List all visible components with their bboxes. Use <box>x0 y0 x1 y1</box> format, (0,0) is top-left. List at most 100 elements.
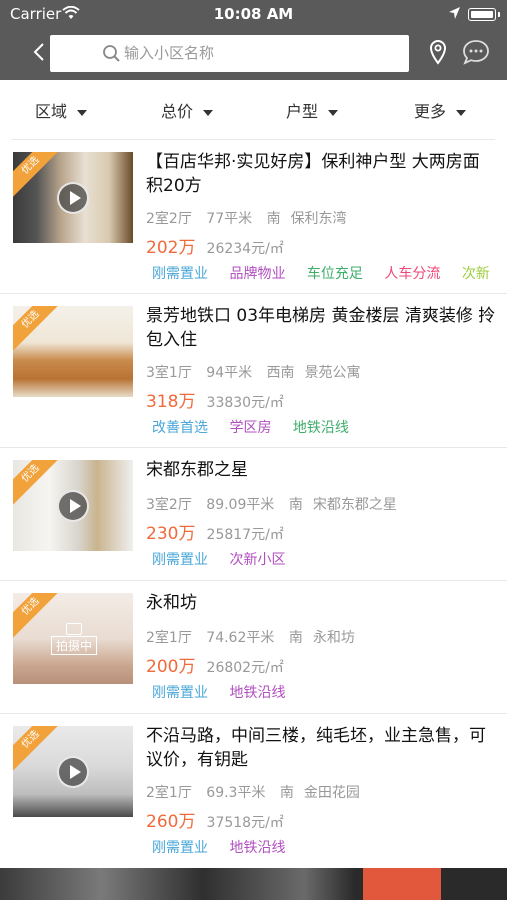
tag: 车位充足 <box>306 266 363 282</box>
unit-price: 25817元/㎡ <box>206 527 284 543</box>
next-listing-preview[interactable] <box>0 868 507 900</box>
listing-thumbnail[interactable]: 优选 <box>13 460 133 551</box>
listing-community: 保利东湾 <box>290 211 347 227</box>
tag: 地铁沿线 <box>292 420 349 436</box>
listing-price: 318万 33830元/㎡ <box>146 387 284 412</box>
filter-bar: 区域 总价 户型 更多 <box>0 80 507 138</box>
listing-direction: 南 <box>288 497 303 513</box>
listing-thumbnail[interactable]: 优选 <box>13 152 133 243</box>
shooting-label: 拍摄中 <box>50 636 97 655</box>
tag: 次新小区 <box>229 552 286 568</box>
filter-label: 更多 <box>414 102 447 121</box>
total-price: 200万 <box>146 657 196 677</box>
listing-direction: 西南 <box>266 365 295 381</box>
listing-price: 230万 25817元/㎡ <box>146 519 284 544</box>
caret-down-icon <box>328 109 339 116</box>
listing-item[interactable]: 优选 不沿马路，中间三楼，纯毛坯，业主急售，可议价，有钥匙 2室1厅 69.3平… <box>0 714 507 868</box>
total-price: 230万 <box>146 524 196 544</box>
listing-thumbnail[interactable]: 优选 <box>13 306 133 397</box>
listing-price: 260万 37518元/㎡ <box>146 807 284 832</box>
listing-meta: 2室1厅 69.3平米 南金田花园 <box>146 782 370 802</box>
listing-meta: 2室1厅 74.62平米 南永和坊 <box>146 627 365 647</box>
listing-item[interactable]: 优选 【百店华邦·实见好房】保利神户型 大两房面积20方 2室2厅 77平米 南… <box>0 140 507 294</box>
status-bar: Carrier 10:08 AM <box>0 0 507 28</box>
listing-tags: 刚需置业 次新小区 <box>152 549 507 569</box>
listing-tags: 刚需置业 地铁沿线 <box>152 837 507 857</box>
listing-layout: 3室1厅 <box>146 365 192 381</box>
listing-community: 金田花园 <box>303 785 360 801</box>
message-icon[interactable] <box>461 38 491 66</box>
filter-more[interactable]: 更多 <box>414 98 467 122</box>
tag: 改善首选 <box>152 420 208 436</box>
listing-price: 202万 26234元/㎡ <box>146 233 284 258</box>
tag: 刚需置业 <box>152 266 208 282</box>
listing-area: 69.3平米 <box>206 785 266 801</box>
listing-tags: 刚需置业 品牌物业 车位充足 人车分流 次新 <box>152 263 507 283</box>
caret-down-icon <box>77 109 88 116</box>
clock: 10:08 AM <box>213 5 294 23</box>
listing-title: 景芳地铁口 03年电梯房 黄金楼层 清爽装修 拎包入住 <box>146 306 496 350</box>
listing-thumbnail[interactable]: 优选 拍摄中 <box>13 593 133 684</box>
top-bar: Carrier 10:08 AM <box>0 0 507 80</box>
battery-icon <box>468 8 500 21</box>
unit-price: 26234元/㎡ <box>206 241 284 257</box>
tag: 刚需置业 <box>152 685 208 701</box>
tag: 学区房 <box>229 420 272 436</box>
filter-total-price[interactable]: 总价 <box>161 98 214 122</box>
listing-tags: 刚需置业 地铁沿线 <box>152 682 507 702</box>
play-video-icon[interactable] <box>57 182 89 214</box>
caret-down-icon <box>203 109 214 116</box>
listing-community: 景苑公寓 <box>304 365 361 381</box>
tag: 人车分流 <box>384 266 441 282</box>
filter-label: 户型 <box>286 102 319 121</box>
listing-title: 宋都东郡之星 <box>146 460 248 480</box>
listing-title: 不沿马路，中间三楼，纯毛坯，业主急售，可议价，有钥匙 <box>146 726 486 770</box>
listing-item[interactable]: 优选 宋都东郡之星 3室2厅 89.09平米 南宋都东郡之星 230万 2581… <box>0 448 507 580</box>
filter-label: 总价 <box>161 102 194 121</box>
listing-thumbnail[interactable]: 优选 <box>13 726 133 817</box>
listing-layout: 2室1厅 <box>146 630 192 646</box>
listing-meta: 3室2厅 89.09平米 南宋都东郡之星 <box>146 494 407 514</box>
listing-community: 永和坊 <box>312 630 355 646</box>
listing-layout: 2室1厅 <box>146 785 192 801</box>
listing-title: 【百店华邦·实见好房】保利神户型 大两房面积20方 <box>146 152 480 196</box>
listing-price: 200万 26802元/㎡ <box>146 652 284 677</box>
play-video-icon[interactable] <box>57 756 89 788</box>
unit-price: 33830元/㎡ <box>206 395 284 411</box>
total-price: 260万 <box>146 812 196 832</box>
listing-area: 89.09平米 <box>206 497 275 513</box>
unit-price: 26802元/㎡ <box>206 660 284 676</box>
listing-meta: 2室2厅 77平米 南保利东湾 <box>146 208 357 228</box>
tag: 地铁沿线 <box>229 840 286 856</box>
tag: 品牌物业 <box>229 266 286 282</box>
listing-layout: 2室2厅 <box>146 211 192 227</box>
listing-direction: 南 <box>279 785 294 801</box>
listing-community: 宋都东郡之星 <box>312 497 397 513</box>
listing-direction: 南 <box>266 211 281 227</box>
filter-layout[interactable]: 户型 <box>286 98 339 122</box>
search-box[interactable] <box>50 35 409 72</box>
tag: 次新 <box>461 266 490 282</box>
listing-item[interactable]: 优选 景芳地铁口 03年电梯房 黄金楼层 清爽装修 拎包入住 3室1厅 94平米… <box>0 294 507 448</box>
search-input[interactable] <box>124 41 394 65</box>
map-pin-icon[interactable] <box>428 39 448 65</box>
listing-layout: 3室2厅 <box>146 497 192 513</box>
total-price: 202万 <box>146 238 196 258</box>
caret-down-icon <box>456 109 467 116</box>
tag: 地铁沿线 <box>229 685 286 701</box>
tag: 刚需置业 <box>152 840 208 856</box>
play-video-icon[interactable] <box>57 490 89 522</box>
tag: 刚需置业 <box>152 552 208 568</box>
camera-icon <box>66 623 82 635</box>
listing-item[interactable]: 优选 拍摄中 永和坊 2室1厅 74.62平米 南永和坊 200万 26802元… <box>0 581 507 713</box>
unit-price: 37518元/㎡ <box>206 815 284 831</box>
search-icon <box>103 45 120 62</box>
listing-direction: 南 <box>288 630 303 646</box>
filter-area[interactable]: 区域 <box>35 98 88 122</box>
total-price: 318万 <box>146 392 196 412</box>
listing-meta: 3室1厅 94平米 西南 景苑公寓 <box>146 362 371 382</box>
shooting-placeholder: 拍摄中 <box>45 623 103 655</box>
back-arrow-icon[interactable] <box>28 37 52 67</box>
location-arrow-icon <box>449 7 460 19</box>
listing-title: 永和坊 <box>146 593 197 613</box>
